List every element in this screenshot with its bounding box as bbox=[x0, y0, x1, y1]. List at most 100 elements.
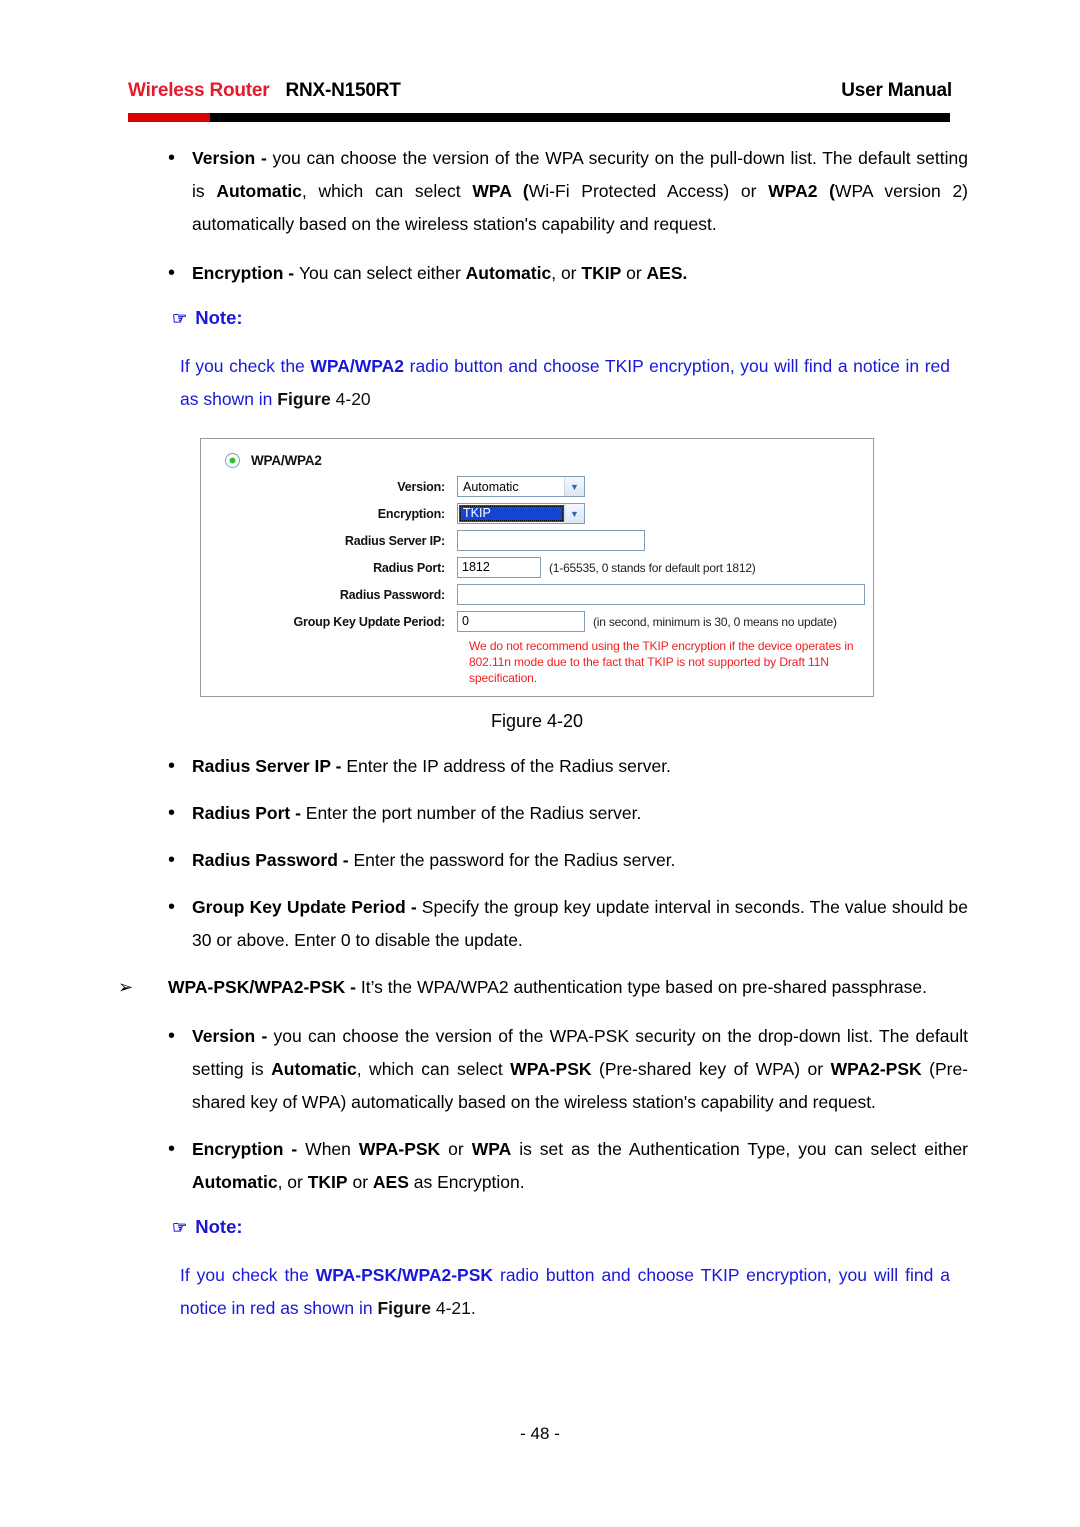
form-row-radius-password: Radius Password: bbox=[213, 584, 865, 605]
page-footer: - 48 - bbox=[0, 1424, 1080, 1444]
page-header: Wireless Router RNX-N150RT User Manual bbox=[128, 80, 952, 102]
figure-caption: Figure 4-20 bbox=[490, 711, 584, 731]
label-version: Version: bbox=[397, 479, 445, 494]
version-dropdown[interactable]: Automatic ▼ bbox=[457, 476, 585, 497]
arrow-bullet-icon: ➢ bbox=[118, 977, 134, 997]
term-wpa: WPA ( bbox=[472, 181, 529, 201]
control-group-key-update-period[interactable]: 0 (in second, minimum is 30, 0 means no … bbox=[457, 611, 837, 632]
control-version[interactable]: Automatic ▼ bbox=[457, 476, 585, 497]
text-run: Enter the password for the Radius server… bbox=[353, 850, 676, 870]
encryption-dropdown[interactable]: TKIP ▼ bbox=[457, 503, 585, 524]
bullet-group-key-text: Group Key Update Period - Specify the gr… bbox=[192, 891, 968, 957]
radius-port-input[interactable]: 1812 bbox=[457, 557, 541, 578]
text-run: , which can select bbox=[301, 181, 473, 201]
control-radius-password[interactable] bbox=[457, 584, 865, 605]
term-wpa2-psk: WPA2-PSK bbox=[830, 1059, 922, 1079]
radio-row-wpa-wpa2[interactable]: WPA/WPA2 bbox=[225, 453, 861, 468]
bullet-marker: • bbox=[168, 802, 176, 824]
note-label: Note: bbox=[195, 307, 243, 328]
group-key-update-period-input[interactable]: 0 bbox=[457, 611, 585, 632]
bullet-version-psk: • Version - you can choose the version o… bbox=[168, 1020, 968, 1119]
form-row-radius-port: Radius Port: 1812 (1-65535, 0 stands for… bbox=[213, 557, 861, 578]
bullet-marker: • bbox=[168, 755, 176, 777]
bullet-radius-port: • Radius Port - Enter the port number of… bbox=[168, 797, 968, 830]
term-wpa-psk-wpa2-psk: WPA-PSK/WPA2-PSK bbox=[168, 977, 346, 997]
bullet-marker: • bbox=[168, 147, 176, 169]
bullet-radius-port-text: Radius Port - Enter the port number of t… bbox=[192, 797, 968, 830]
term-version: Version bbox=[192, 1026, 256, 1046]
chevron-down-icon[interactable]: ▼ bbox=[564, 504, 584, 523]
note-body-2: If you check the WPA-PSK/WPA2-PSK radio … bbox=[180, 1259, 950, 1325]
radio-button-wpa-wpa2[interactable] bbox=[225, 453, 240, 468]
term-encryption: Encryption bbox=[192, 263, 284, 283]
sep: - bbox=[283, 263, 299, 283]
text-run: You can select either bbox=[298, 263, 466, 283]
text-run: If you check the bbox=[180, 356, 311, 376]
header-left-group: Wireless Router RNX-N150RT bbox=[128, 80, 401, 102]
label-group-key-update-period: Group Key Update Period: bbox=[293, 614, 446, 629]
pointing-hand-icon: ☞ bbox=[172, 1218, 188, 1237]
sep: - bbox=[330, 756, 347, 776]
radius-password-input[interactable] bbox=[457, 584, 865, 605]
term-wpa-psk: WPA-PSK bbox=[510, 1059, 592, 1079]
bullet-encryption-psk-text: Encryption - When WPA-PSK or WPA is set … bbox=[192, 1133, 968, 1199]
control-encryption[interactable]: TKIP ▼ bbox=[457, 503, 585, 524]
term-wpa-psk: WPA-PSK bbox=[358, 1139, 441, 1159]
term-aes: AES. bbox=[646, 263, 688, 283]
pointing-hand-icon: ☞ bbox=[172, 309, 188, 328]
form-row-radius-server-ip: Radius Server IP: bbox=[213, 530, 861, 551]
tkip-warning-line-1: We do not recommend using the TKIP encry… bbox=[469, 639, 854, 653]
term-radius-password: Radius Password bbox=[192, 850, 338, 870]
text-run: , or bbox=[551, 263, 582, 283]
form-row-encryption: Encryption: TKIP ▼ bbox=[213, 503, 861, 524]
label-radius-password: Radius Password: bbox=[339, 587, 445, 602]
bullet-radius-password-text: Radius Password - Enter the password for… bbox=[192, 844, 968, 877]
bullet-radius-password: • Radius Password - Enter the password f… bbox=[168, 844, 968, 877]
sep: - bbox=[255, 148, 273, 168]
text-run: 4-20 bbox=[330, 389, 371, 409]
note-heading-2: ☞ Note: bbox=[172, 1211, 1080, 1243]
page-number: - 48 - bbox=[520, 1424, 560, 1443]
bullet-marker: • bbox=[168, 262, 176, 284]
text-run: 4-21. bbox=[430, 1298, 476, 1318]
sep: - bbox=[283, 1139, 306, 1159]
sep: - bbox=[337, 850, 354, 870]
term-tkip: TKIP bbox=[307, 1172, 348, 1192]
sep: - bbox=[290, 803, 306, 823]
hint-radius-port: (1-65535, 0 stands for default port 1812… bbox=[549, 560, 756, 575]
header-model: RNX-N150RT bbox=[285, 80, 401, 101]
text-run: When bbox=[305, 1139, 359, 1159]
form-row-version: Version: Automatic ▼ bbox=[213, 476, 861, 497]
hint-group-key-update-period: (in second, minimum is 30, 0 means no up… bbox=[593, 614, 837, 629]
bullet-encryption: • Encryption - You can select either Aut… bbox=[168, 257, 968, 290]
form-row-group-key-update-period: Group Key Update Period: 0 (in second, m… bbox=[213, 611, 861, 632]
text-run: as Encryption. bbox=[408, 1172, 525, 1192]
header-divider-rule bbox=[128, 113, 950, 122]
note-label: Note: bbox=[195, 1216, 243, 1237]
term-wpa2: WPA2 ( bbox=[768, 181, 835, 201]
router-ui-screenshot: WPA/WPA2 Version: Automatic ▼ Encryption… bbox=[200, 438, 874, 697]
bullet-marker: • bbox=[168, 1025, 176, 1047]
sep: - bbox=[405, 897, 422, 917]
bullet-radius-server-ip-text: Radius Server IP - Enter the IP address … bbox=[192, 750, 968, 783]
control-radius-port[interactable]: 1812 (1-65535, 0 stands for default port… bbox=[457, 557, 756, 578]
text-run: or bbox=[347, 1172, 373, 1192]
radius-server-ip-input[interactable] bbox=[457, 530, 645, 551]
text-run: (Pre-shared key of WPA) or bbox=[591, 1059, 831, 1079]
header-rule-black-segment bbox=[210, 113, 950, 122]
text-run: If you check the bbox=[180, 1265, 316, 1285]
bullet-group-key-update-period: • Group Key Update Period - Specify the … bbox=[168, 891, 968, 957]
term-figure: Figure bbox=[277, 389, 331, 409]
term-aes: AES bbox=[372, 1172, 409, 1192]
header-brand: Wireless Router bbox=[128, 80, 270, 101]
tkip-warning-line-2: 802.11n mode due to the fact that TKIP i… bbox=[469, 655, 829, 685]
term-wpa-psk-wpa2-psk: WPA-PSK/WPA2-PSK bbox=[315, 1265, 494, 1285]
bullet-wpa-psk-wpa2-psk: ➢ WPA-PSK/WPA2-PSK - It’s the WPA/WPA2 a… bbox=[118, 971, 956, 1004]
term-automatic: Automatic bbox=[192, 1172, 278, 1192]
term-encryption: Encryption bbox=[192, 1139, 284, 1159]
text-run: is set as the Authentication Type, you c… bbox=[511, 1139, 969, 1159]
header-rule-red-segment bbox=[128, 113, 210, 122]
chevron-down-icon[interactable]: ▼ bbox=[564, 477, 584, 496]
label-radius-port: Radius Port: bbox=[373, 560, 445, 575]
control-radius-server-ip[interactable] bbox=[457, 530, 645, 551]
